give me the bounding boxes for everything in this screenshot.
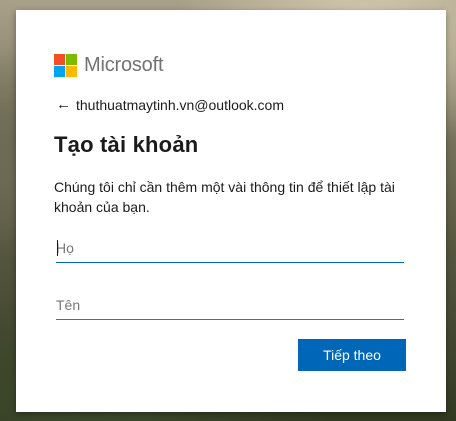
next-button[interactable]: Tiếp theo: [298, 339, 406, 371]
brand-name: Microsoft: [84, 54, 164, 76]
arrow-left-icon[interactable]: ←: [56, 96, 74, 113]
identity-banner: ← thuthuatmaytinh.vn@outlook.com: [56, 96, 284, 113]
page-title: Tạo tài khoản: [54, 132, 199, 157]
last-name-input[interactable]: [56, 234, 404, 263]
first-name-input[interactable]: [56, 291, 404, 320]
signup-card: Microsoft ← thuthuatmaytinh.vn@outlook.c…: [16, 10, 446, 412]
text-caret: [57, 240, 58, 256]
microsoft-logo: Microsoft: [54, 54, 164, 77]
page-description: Chúng tôi chỉ cần thêm một vài thông tin…: [54, 179, 395, 215]
microsoft-logo-icon: [54, 54, 77, 77]
identity-email: thuthuatmaytinh.vn@outlook.com: [76, 96, 284, 113]
